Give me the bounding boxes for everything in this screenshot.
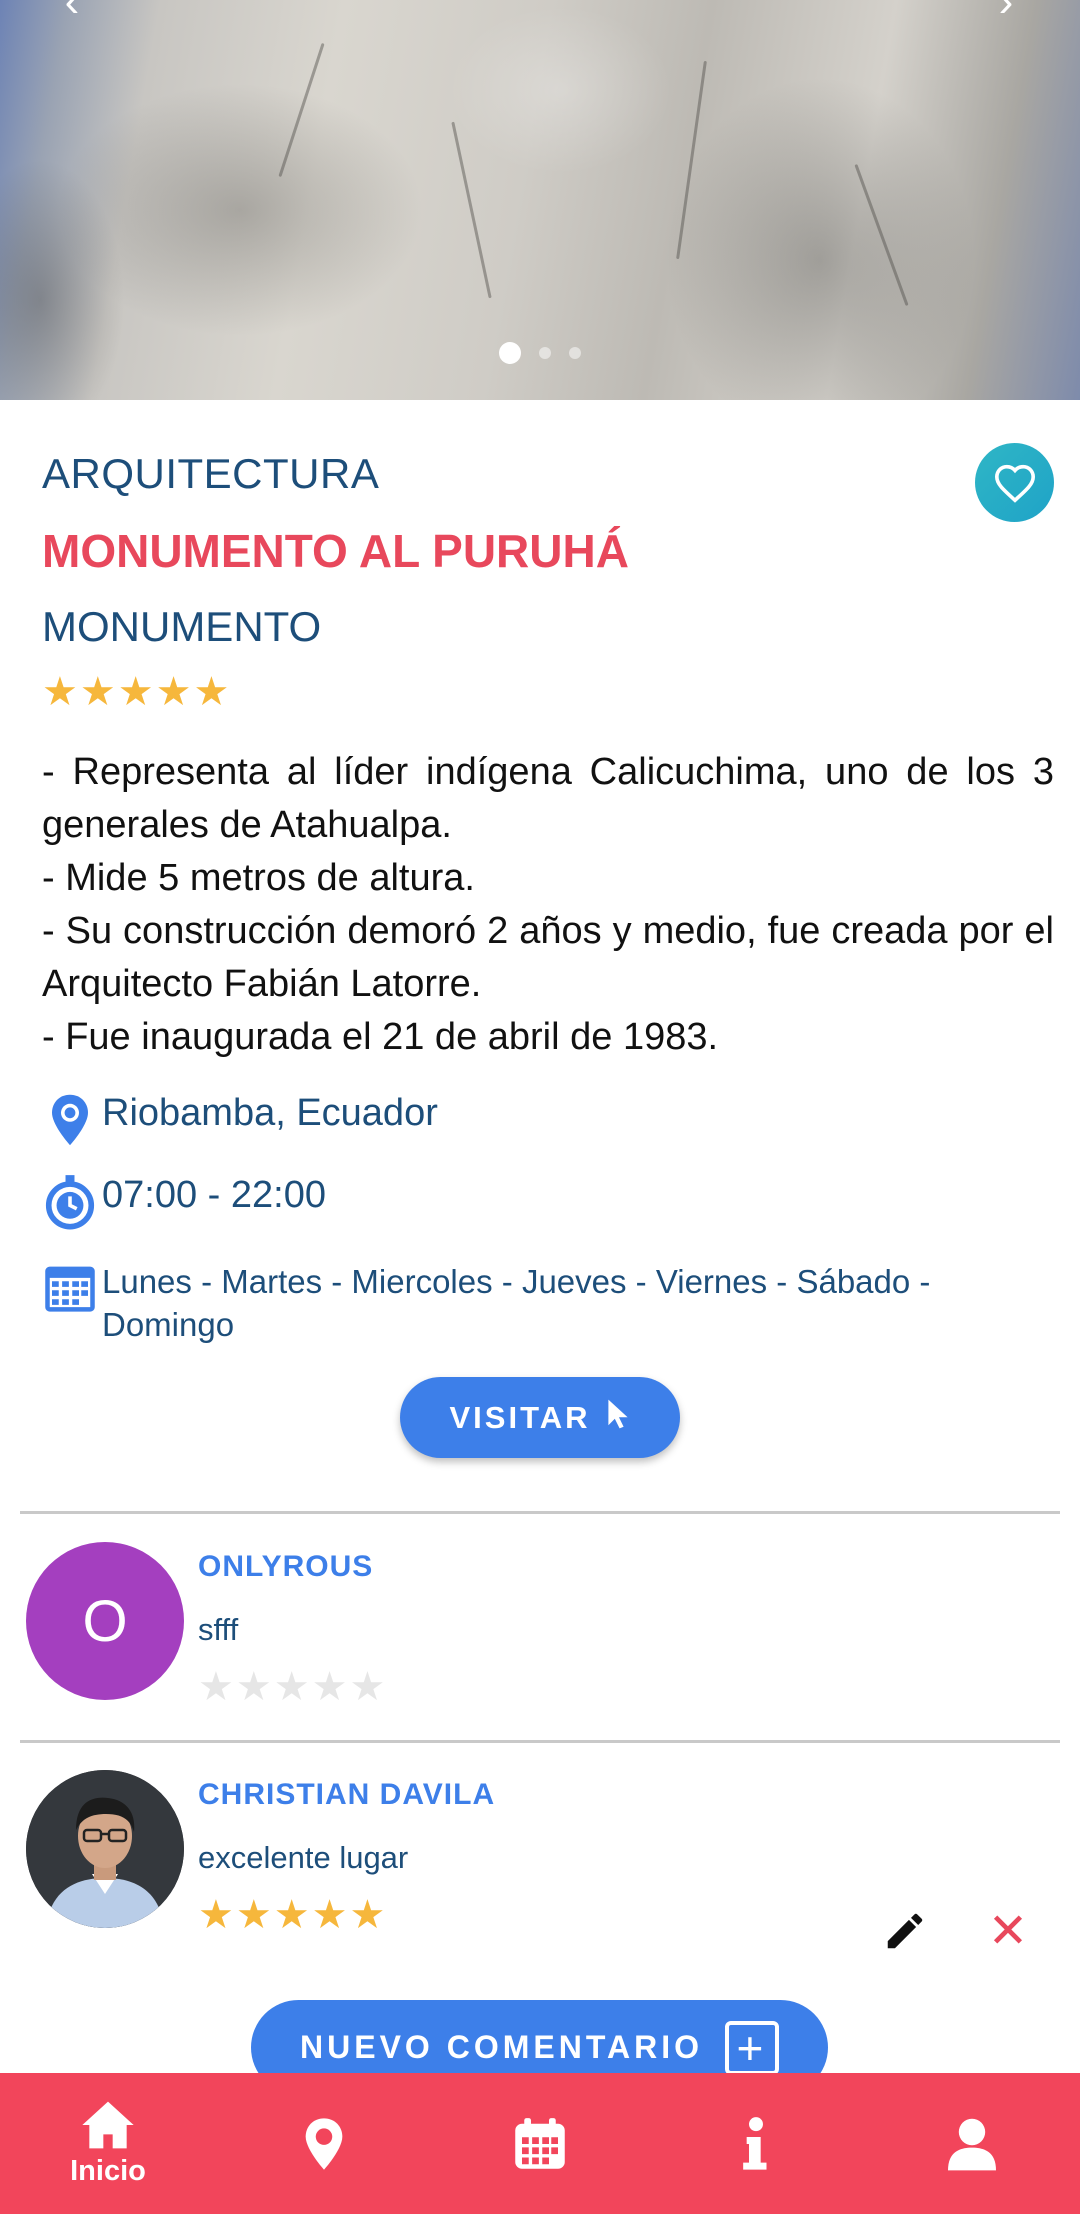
nav-item-calendar[interactable]	[432, 2073, 648, 2214]
description-line: - Representa al líder indígena Calicuchi…	[42, 751, 1054, 846]
new-comment-label: NUEVO COMENTARIO	[300, 2029, 703, 2065]
nav-item-profile[interactable]	[864, 2073, 1080, 2214]
star-icon: ★	[42, 670, 78, 714]
chevron-right-icon[interactable]: ›	[986, 0, 1026, 24]
star-icon: ★	[235, 1665, 272, 1709]
location-pin-icon	[42, 1092, 98, 1148]
star-icon: ★	[117, 670, 154, 714]
star-icon: ★	[349, 1665, 386, 1709]
heart-icon	[994, 464, 1035, 503]
nav-item-map[interactable]	[216, 2073, 432, 2214]
description-line: - Su construcción demoró 2 años y medio,…	[42, 910, 1054, 1005]
calendar-icon	[515, 2117, 565, 2169]
visit-button-label: VISITAR	[449, 1399, 591, 1435]
monument-photo	[0, 0, 1080, 400]
place-rating: ★ ★ ★ ★ ★	[42, 672, 229, 712]
place-title: MONUMENTO AL PURUHÁ	[42, 525, 629, 577]
star-icon: ★	[311, 1893, 348, 1937]
comment-author: CHRISTIAN DAVILA	[198, 1778, 496, 1811]
place-description: - Representa al líder indígena Calicuchi…	[42, 746, 1054, 1064]
nav-item-info[interactable]	[648, 2073, 864, 2214]
user-photo	[26, 1770, 184, 1928]
star-icon: ★	[198, 1893, 234, 1937]
chevron-left-icon[interactable]: ‹	[52, 0, 92, 24]
carousel-indicator	[0, 342, 1080, 364]
place-category: ARQUITECTURA	[42, 450, 380, 497]
star-icon: ★	[273, 1893, 310, 1937]
location-row: Riobamba, Ecuador	[42, 1092, 438, 1148]
star-icon: ★	[79, 670, 116, 714]
avatar	[26, 1770, 184, 1928]
star-icon: ★	[349, 1893, 386, 1937]
user-icon	[948, 2118, 996, 2170]
star-icon: ★	[193, 670, 230, 714]
comment-text: sfff	[198, 1612, 239, 1647]
hero-image-carousel[interactable]: ‹ ›	[0, 0, 1080, 400]
comment-rating: ★ ★ ★ ★ ★	[198, 1895, 385, 1935]
divider	[20, 1511, 1060, 1514]
delete-comment-icon[interactable]: ✕	[986, 1908, 1030, 1956]
place-location: Riobamba, Ecuador	[102, 1092, 438, 1134]
map-pin-icon	[305, 2117, 343, 2170]
nav-label-inicio: Inicio	[70, 2155, 146, 2187]
carousel-dot-2[interactable]	[539, 347, 551, 359]
cursor-icon	[605, 1398, 631, 1438]
clock-icon	[42, 1174, 98, 1230]
edit-comment-icon[interactable]	[880, 1906, 930, 1956]
star-icon: ★	[273, 1665, 310, 1709]
place-hours: 07:00 - 22:00	[102, 1174, 326, 1216]
star-icon: ★	[311, 1665, 348, 1709]
add-icon: +	[724, 2020, 779, 2075]
place-type: MONUMENTO	[42, 603, 322, 650]
bottom-navigation: Inicio	[0, 2073, 1080, 2214]
favorite-button[interactable]	[975, 443, 1054, 522]
calendar-icon	[42, 1260, 98, 1316]
comment-text: excelente lugar	[198, 1840, 409, 1875]
info-icon	[743, 2116, 767, 2170]
hours-row: 07:00 - 22:00	[42, 1174, 326, 1230]
nav-item-inicio[interactable]: Inicio	[0, 2073, 216, 2214]
divider	[20, 1740, 1060, 1743]
carousel-dot-1[interactable]	[499, 342, 521, 364]
avatar: O	[26, 1542, 184, 1700]
home-icon	[82, 2101, 134, 2149]
days-row: Lunes - Martes - Miercoles - Jueves - Vi…	[42, 1260, 1062, 1346]
description-line: - Fue inaugurada el 21 de abril de 1983.	[42, 1016, 719, 1058]
star-icon: ★	[235, 1893, 272, 1937]
comment-rating: ★ ★ ★ ★ ★	[198, 1667, 385, 1707]
star-icon: ★	[155, 670, 192, 714]
carousel-dot-3[interactable]	[569, 347, 581, 359]
avatar-letter: O	[82, 1588, 128, 1654]
place-days: Lunes - Martes - Miercoles - Jueves - Vi…	[102, 1263, 931, 1343]
star-icon: ★	[198, 1665, 234, 1709]
description-line: - Mide 5 metros de altura.	[42, 857, 475, 899]
comment-author: ONLYROUS	[198, 1550, 374, 1583]
visit-button[interactable]: VISITAR	[400, 1377, 680, 1458]
